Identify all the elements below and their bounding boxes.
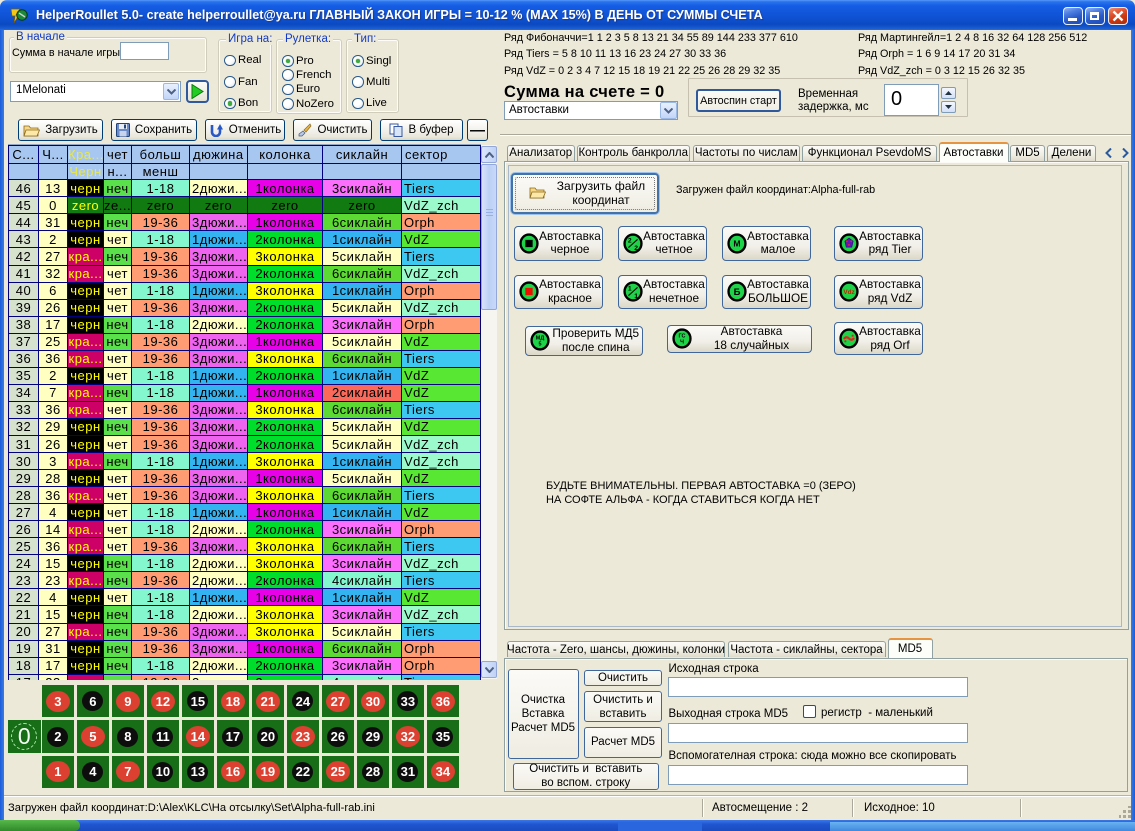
svg-text:Б: Б (733, 287, 740, 298)
svg-text:M: M (733, 238, 740, 248)
svg-text:1: 1 (634, 293, 638, 300)
svg-text:5: 5 (538, 342, 541, 348)
svg-text:1: 1 (627, 286, 631, 293)
svg-text:Ч: Ч (680, 340, 684, 346)
svg-text:2: 2 (627, 237, 631, 244)
svg-text:2: 2 (634, 245, 638, 252)
svg-text:Vdz: Vdz (843, 289, 854, 296)
